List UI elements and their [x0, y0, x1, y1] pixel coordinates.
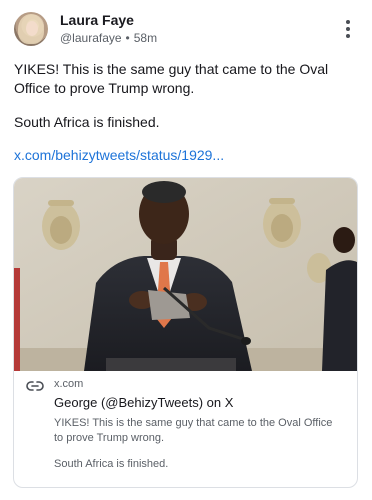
author-meta: @laurafaye • 58m — [60, 31, 157, 45]
link-preview-image — [14, 178, 357, 371]
post-link[interactable]: x.com/behizytweets/status/1929... — [14, 147, 224, 163]
link-preview-card[interactable]: x.com George (@BehizyTweets) on X YIKES!… — [13, 177, 358, 488]
link-preview-domain: x.com — [54, 378, 84, 390]
more-vertical-icon — [346, 20, 350, 24]
post-text: YIKES! This is the same guy that came to… — [14, 61, 329, 96]
author-avatar[interactable] — [14, 12, 48, 46]
author-name[interactable]: Laura Faye — [60, 12, 134, 28]
link-preview-description: YIKES! This is the same guy that came to… — [54, 417, 333, 444]
link-preview-title[interactable]: George (@BehizyTweets) on X — [54, 395, 233, 410]
more-vertical-icon-dot — [346, 27, 350, 31]
meta-separator: • — [125, 31, 130, 45]
post-timestamp[interactable]: 58m — [134, 31, 157, 45]
more-vertical-icon-dot — [346, 34, 350, 38]
more-options-button[interactable] — [338, 16, 358, 40]
post-text-secondary: South Africa is finished. — [14, 114, 160, 130]
author-handle[interactable]: @laurafaye — [60, 31, 122, 45]
link-icon — [26, 381, 44, 391]
post-container: Laura Faye @laurafaye • 58m YIKES! This is… — [0, 0, 372, 500]
link-preview-footer: x.com George (@BehizyTweets) on X YIKES!… — [14, 371, 357, 487]
link-preview-description-secondary: South Africa is finished. — [54, 458, 169, 470]
